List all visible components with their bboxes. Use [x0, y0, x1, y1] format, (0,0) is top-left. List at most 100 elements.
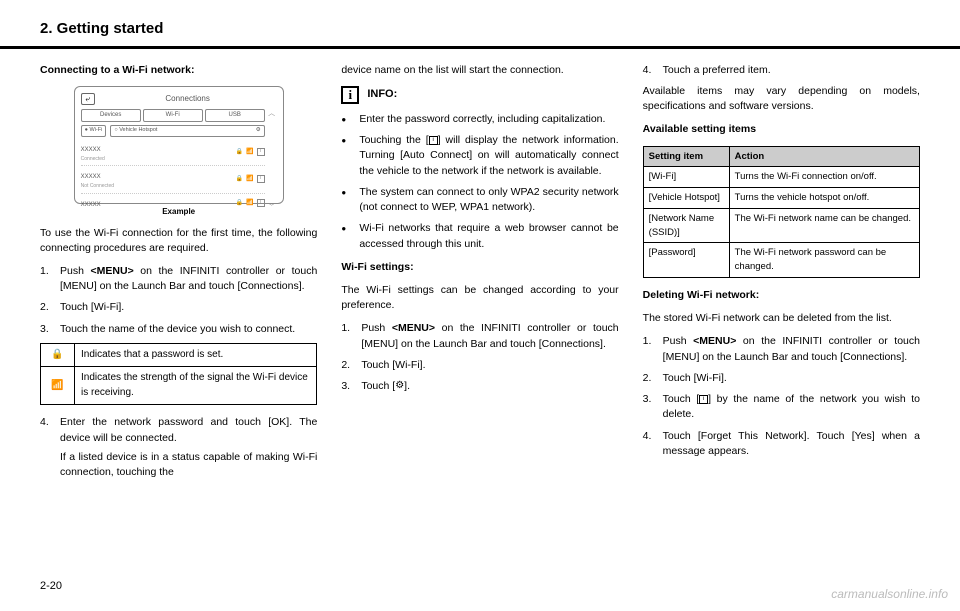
- legend-text: Indicates that a password is set.: [75, 343, 317, 367]
- lock-icon: 🔒: [236, 175, 243, 184]
- lock-icon: 🔒: [236, 199, 243, 208]
- wifi-icon: 📶: [246, 199, 253, 208]
- info-bullet: ● Touching the [i] will display the netw…: [341, 133, 618, 179]
- table-cell: [Vehicle Hotspot]: [643, 188, 729, 209]
- step-text: Enter the network password and touch [OK…: [60, 416, 317, 443]
- step-text: Touch [Wi-Fi].: [60, 300, 317, 315]
- step-3: 3. Touch the name of the device you wish…: [40, 322, 317, 337]
- step-number: 3.: [643, 392, 663, 422]
- step-number: 3.: [40, 322, 60, 337]
- step-number: 1.: [643, 334, 663, 364]
- bullet-icon: ●: [341, 112, 359, 127]
- hotspot-toggle: ○ Vehicle Hotspot ⚙: [110, 125, 264, 137]
- settings-intro: The Wi-Fi settings can be changed accord…: [341, 283, 618, 313]
- scrollbar: ︿ ﹀: [267, 109, 277, 213]
- settings-table: Setting item Action [Wi-Fi] Turns the Wi…: [643, 146, 920, 278]
- bullet-text: Enter the password correctly, including …: [359, 112, 618, 127]
- step-number: 2.: [40, 300, 60, 315]
- hotspot-label: ○ Vehicle Hotspot: [114, 127, 157, 135]
- page-number: 2-20: [40, 579, 62, 595]
- legend-text: Indicates the strength of the signal the…: [75, 367, 317, 405]
- step-1: 1. Push <MENU> on the INFINITI controlle…: [40, 264, 317, 294]
- delete-step-1: 1. Push <MENU> on the INFINITI controlle…: [643, 334, 920, 364]
- step-number: 1.: [40, 264, 60, 294]
- watermark: carmanualsonline.info: [831, 586, 948, 603]
- column-1: Connecting to a Wi-Fi network: ⤶ Connect…: [40, 63, 317, 487]
- bullet-icon: ●: [341, 185, 359, 215]
- bullet-text: Touching the [i] will display the networ…: [359, 133, 618, 179]
- step-text: Touch [Forget This Network]. Touch [Yes]…: [663, 429, 920, 459]
- step-subtext: If a listed device is in a status capabl…: [60, 450, 317, 480]
- step-4: 4. Enter the network password and touch …: [40, 415, 317, 480]
- table-header: Action: [729, 146, 919, 167]
- step-text: Touch [⚙].: [361, 379, 618, 394]
- info-callout: i INFO:: [341, 86, 618, 104]
- step-number: 2.: [643, 371, 663, 386]
- availability-note: Available items may vary depending on mo…: [643, 84, 920, 114]
- wifi-signal-icon: 📶: [41, 367, 75, 405]
- delete-heading: Deleting Wi-Fi network:: [643, 288, 920, 303]
- icon-legend-table: 🔒 Indicates that a password is set. 📶 In…: [40, 343, 317, 406]
- bullet-text: Wi-Fi networks that require a web browse…: [359, 221, 618, 251]
- tab-wifi: Wi-Fi: [143, 109, 203, 122]
- info-icon: i: [257, 148, 265, 156]
- info-bullet: ● The system can connect to only WPA2 se…: [341, 185, 618, 215]
- table-cell: [Password]: [643, 243, 729, 278]
- content-columns: Connecting to a Wi-Fi network: ⤶ Connect…: [0, 63, 960, 487]
- step-text: Touch the name of the device you wish to…: [60, 322, 317, 337]
- network-row: XXXXX 🔒 📶 i: [81, 194, 265, 213]
- table-cell: The Wi-Fi network password can be change…: [729, 243, 919, 278]
- delete-step-2: 2. Touch [Wi-Fi].: [643, 371, 920, 386]
- example-screenshot: ⤶ Connections Devices Wi-Fi USB ● Wi-Fi …: [74, 86, 284, 204]
- info-bullet: ● Wi-Fi networks that require a web brow…: [341, 221, 618, 251]
- table-cell: Turns the Wi-Fi connection on/off.: [729, 167, 919, 188]
- info-icon: i: [341, 86, 359, 104]
- bullet-text: The system can connect to only WPA2 secu…: [359, 185, 618, 215]
- net-status: Not Connected: [81, 183, 114, 190]
- step-text: Touch [i] by the name of the network you…: [663, 392, 920, 422]
- net-name: XXXXX: [81, 147, 101, 153]
- settings-step-4: 4. Touch a preferred item.: [643, 63, 920, 78]
- settings-step-2: 2. Touch [Wi-Fi].: [341, 358, 618, 373]
- table-cell: [Wi-Fi]: [643, 167, 729, 188]
- info-icon: i: [257, 199, 265, 207]
- info-icon: i: [699, 395, 708, 404]
- tab-usb: USB: [205, 109, 265, 122]
- chapter-heading: 2. Getting started: [0, 0, 960, 46]
- wifi-settings-heading: Wi-Fi settings:: [341, 260, 618, 275]
- connecting-heading: Connecting to a Wi-Fi network:: [40, 63, 317, 78]
- wifi-icon: 📶: [246, 148, 253, 157]
- step-2: 2. Touch [Wi-Fi].: [40, 300, 317, 315]
- wifi-toggle: ● Wi-Fi: [81, 125, 107, 137]
- available-items-heading: Available setting items: [643, 122, 920, 137]
- table-cell: [Network Name (SSID)]: [643, 208, 729, 243]
- intro-text: To use the Wi-Fi connection for the firs…: [40, 226, 317, 256]
- info-icon: i: [429, 136, 438, 145]
- back-icon: ⤶: [81, 93, 95, 105]
- step-number: 4.: [643, 63, 663, 78]
- delete-step-3: 3. Touch [i] by the name of the network …: [643, 392, 920, 422]
- step-text: Touch [Wi-Fi].: [663, 371, 920, 386]
- lock-icon: 🔒: [41, 343, 75, 367]
- continuation-text: device name on the list will start the c…: [341, 63, 618, 78]
- step-number: 2.: [341, 358, 361, 373]
- table-cell: The Wi-Fi network name can be changed.: [729, 208, 919, 243]
- step-text: Touch a preferred item.: [663, 63, 920, 78]
- info-label: INFO:: [367, 87, 397, 103]
- scroll-down-icon: ﹀: [268, 203, 275, 213]
- info-icon: i: [257, 175, 265, 183]
- gear-icon: ⚙: [256, 127, 261, 135]
- step-number: 1.: [341, 321, 361, 351]
- net-name: XXXXX: [81, 202, 101, 208]
- column-2: device name on the list will start the c…: [341, 63, 618, 487]
- step-number: 4.: [40, 415, 60, 480]
- scroll-up-icon: ︿: [268, 109, 275, 119]
- lock-icon: 🔒: [236, 148, 243, 157]
- table-header: Setting item: [643, 146, 729, 167]
- step-number: 4.: [643, 429, 663, 459]
- network-row: XXXXX Not Connected 🔒 📶 i: [81, 166, 265, 193]
- network-row: XXXXX Connected 🔒 📶 i: [81, 139, 265, 166]
- wifi-icon: 📶: [246, 175, 253, 184]
- tab-devices: Devices: [81, 109, 141, 122]
- delete-step-4: 4. Touch [Forget This Network]. Touch [Y…: [643, 429, 920, 459]
